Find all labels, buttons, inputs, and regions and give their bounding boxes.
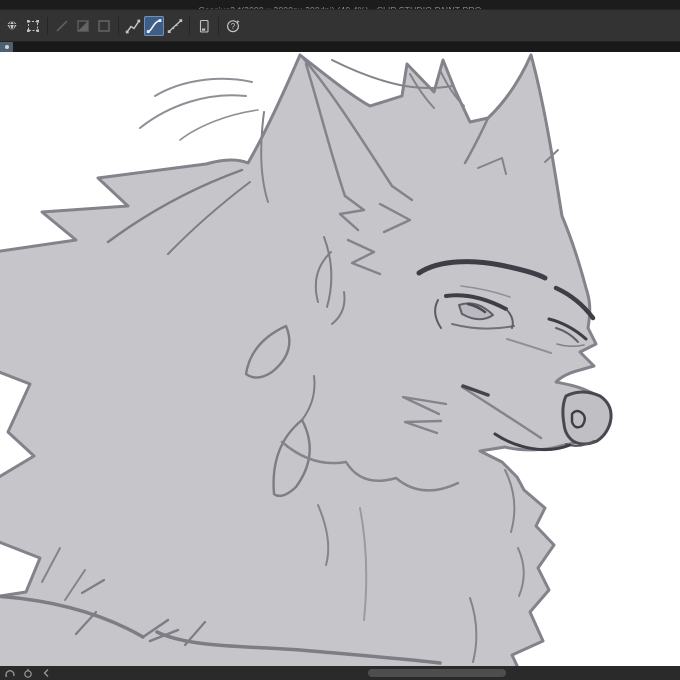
- square-outline-tool-button[interactable]: [94, 16, 114, 36]
- toolbar-divider: [118, 16, 119, 35]
- stray-fur-strands: [139, 77, 259, 141]
- square-outline-icon: [98, 19, 110, 32]
- nose: [561, 390, 613, 446]
- toolbar-divider: [47, 16, 48, 35]
- half-filled-square-tool-button[interactable]: [73, 16, 93, 36]
- help-icon: ?: [226, 19, 240, 32]
- transform-frame-icon: [27, 19, 39, 32]
- diamond-gem-tool-button[interactable]: [2, 16, 22, 36]
- panel-document-icon: [199, 19, 209, 33]
- line-with-nodes-tool-button[interactable]: [165, 16, 185, 36]
- horizontal-scrollbar-thumb[interactable]: [368, 669, 506, 677]
- toolbar-divider: [218, 16, 219, 35]
- smooth-curve-tool-button[interactable]: [144, 15, 164, 36]
- canvas-tab-icon: [4, 45, 9, 49]
- half-filled-square-icon: [77, 19, 89, 32]
- window-titlebar: Cassius2 *(3000 x 3000px 300dpi) (40.4%)…: [0, 0, 680, 9]
- polyline-nodes-icon: [125, 19, 141, 33]
- rotate-arc-icon: [4, 670, 15, 677]
- help-button[interactable]: ?: [223, 16, 243, 36]
- canvas-tab[interactable]: [0, 42, 13, 52]
- statusbar: [0, 666, 680, 680]
- svg-text:?: ?: [231, 22, 236, 31]
- wolf-artwork: [0, 53, 613, 666]
- toolbar-divider: [189, 16, 190, 35]
- line-with-nodes-icon: [167, 18, 183, 33]
- drawing-canvas[interactable]: [0, 52, 680, 666]
- collapse-button[interactable]: [39, 668, 52, 679]
- reset-view-button[interactable]: [21, 668, 34, 679]
- reset-rotation-icon: [23, 668, 32, 678]
- chevron-left-icon: [43, 669, 48, 677]
- diagonal-line-icon: [56, 19, 68, 32]
- panel-document-button[interactable]: [194, 16, 214, 36]
- diamond-icon: [7, 19, 17, 32]
- smooth-curve-icon: [146, 18, 162, 33]
- wolf-silhouette: [0, 53, 613, 666]
- canvas-tabstrip: [0, 42, 680, 52]
- straight-line-tool-button[interactable]: [52, 16, 72, 36]
- rotate-view-button[interactable]: [3, 668, 16, 679]
- polyline-nodes-tool-button[interactable]: [123, 16, 143, 36]
- transform-frame-tool-button[interactable]: [23, 16, 43, 36]
- command-toolbar: ?: [0, 9, 680, 42]
